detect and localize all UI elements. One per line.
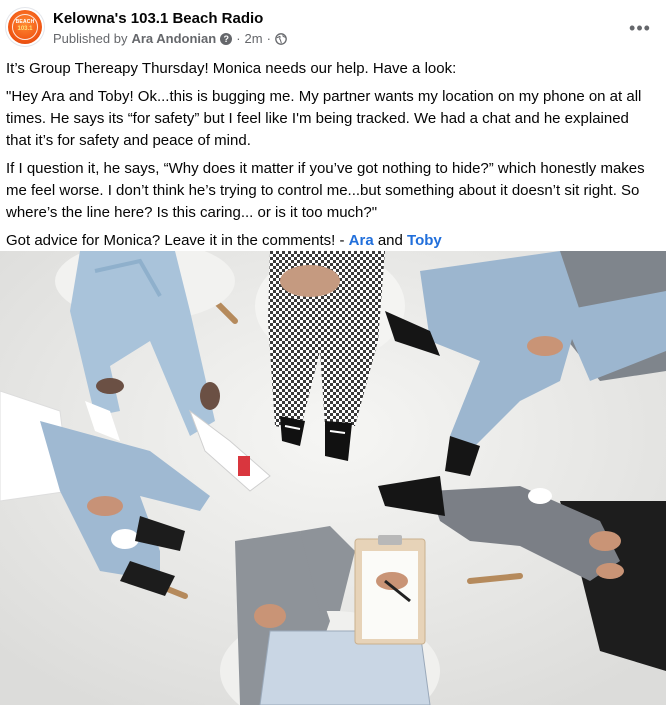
mention-toby[interactable]: Toby [407,232,442,249]
participant-counselor [220,526,440,705]
page-avatar[interactable]: BEACH 103.1 [5,7,45,47]
author-name[interactable]: Ara Andonian [131,31,216,46]
more-options-button[interactable]: ••• [622,14,658,42]
post-paragraph: "Hey Ara and Toby! Ok...this is bugging … [6,88,642,149]
post-paragraph-cta: Got advice for Monica? Leave it in the c… [6,230,656,252]
published-by-label: Published by [53,31,128,46]
globe-icon [275,32,287,45]
help-icon[interactable]: ? [220,32,233,45]
facebook-post: BEACH 103.1 Kelowna's 103.1 Beach Radio … [0,0,666,705]
mention-ara[interactable]: Ara [349,232,374,249]
meta-separator: · [266,31,271,46]
post-meta: Published by Ara Andonian ? · 2m · [53,31,287,46]
cta-and: and [373,232,408,249]
cta-text: Got advice for Monica? Leave it in the c… [6,232,349,249]
post-header: BEACH 103.1 Kelowna's 103.1 Beach Radio … [0,0,666,56]
post-photo-group-therapy[interactable] [0,251,666,705]
beach-radio-logo: BEACH 103.1 [8,10,42,44]
post-time[interactable]: 2m [245,31,263,46]
post-paragraph: It’s Group Thereapy Thursday! Monica nee… [6,60,457,77]
page-name-link[interactable]: Kelowna's 103.1 Beach Radio [53,10,263,27]
logo-text-bottom: 103.1 [17,26,33,32]
logo-text-top: BEACH [15,19,35,25]
meta-separator: · [236,31,241,46]
post-paragraph: If I question it, he says, “Why does it … [6,160,645,221]
post-text: It’s Group Thereapy Thursday! Monica nee… [6,58,656,258]
